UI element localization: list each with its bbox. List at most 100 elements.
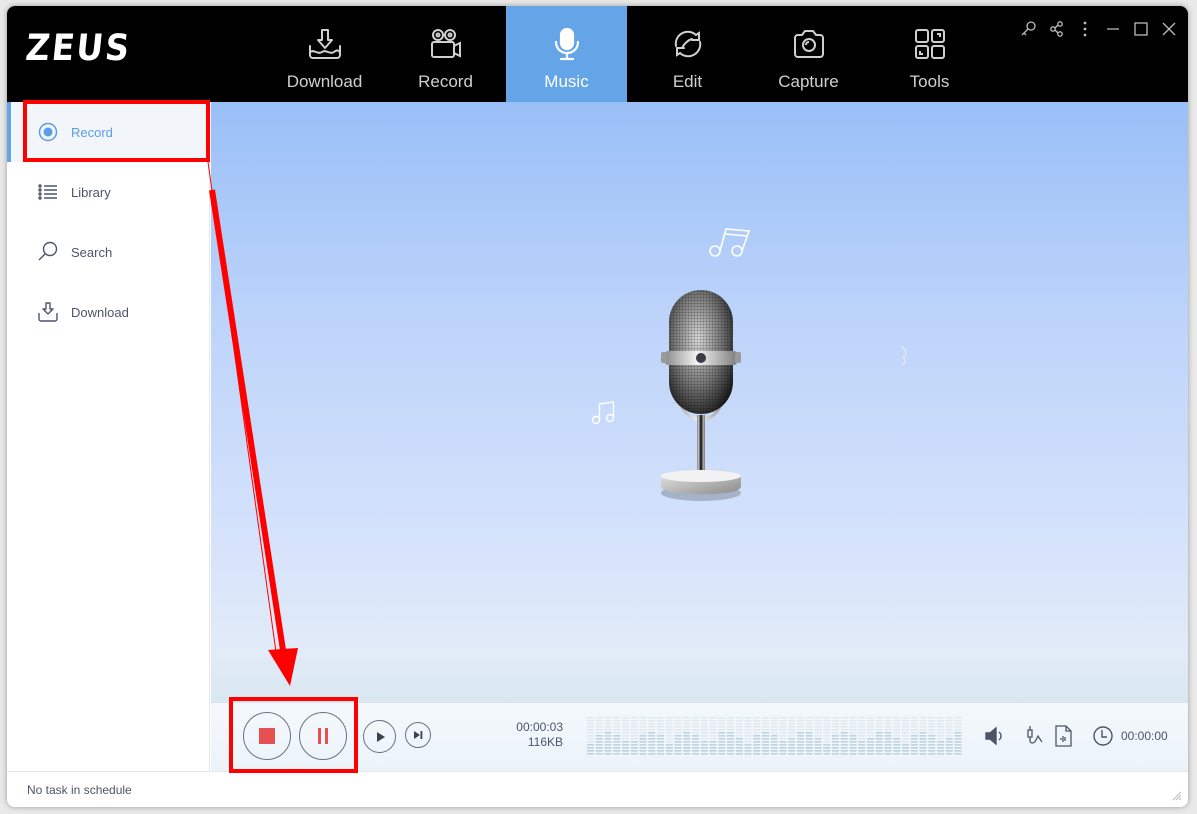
meter-segment xyxy=(709,738,717,740)
meter-segment xyxy=(700,753,708,755)
meter-segment xyxy=(727,732,734,734)
tab-capture[interactable]: Capture xyxy=(748,6,869,102)
meter-segment xyxy=(674,723,682,725)
resize-grip-icon[interactable] xyxy=(1170,789,1182,801)
meter-segment xyxy=(587,735,594,737)
meter-segment xyxy=(744,723,752,725)
tab-label: Music xyxy=(544,72,589,91)
meter-segment xyxy=(919,753,927,755)
meter-segment xyxy=(622,720,629,722)
meter-segment xyxy=(683,735,691,737)
meter-segment xyxy=(692,750,699,752)
speaker-button[interactable] xyxy=(983,724,1007,748)
meter-segment xyxy=(718,753,726,755)
meter-segment xyxy=(613,723,621,725)
meter-segment xyxy=(849,729,857,731)
meter-segment xyxy=(595,741,603,743)
key-icon[interactable] xyxy=(1020,20,1038,38)
meter-segment xyxy=(849,726,857,728)
share-icon[interactable] xyxy=(1048,20,1066,38)
skip-next-icon xyxy=(414,731,423,739)
meter-segment xyxy=(674,726,682,728)
meter-segment xyxy=(893,729,901,731)
minimize-icon[interactable] xyxy=(1104,20,1122,38)
meter-segment xyxy=(937,726,944,728)
meter-segment xyxy=(604,741,612,743)
stop-button[interactable] xyxy=(243,712,291,760)
recording-info: 00:00:03 116KB xyxy=(493,720,563,750)
sidebar-item-library[interactable]: Library xyxy=(7,162,209,222)
meter-segment xyxy=(595,747,603,749)
meter-segment xyxy=(779,738,787,740)
meter-segment xyxy=(613,753,621,755)
play-button[interactable] xyxy=(363,720,396,753)
meter-segment xyxy=(604,750,612,752)
schedule-button[interactable] xyxy=(1091,724,1115,748)
meter-segment xyxy=(595,735,603,737)
meter-segment xyxy=(709,732,717,734)
meter-segment xyxy=(875,750,883,752)
meter-segment xyxy=(587,723,594,725)
tab-tools[interactable]: Tools xyxy=(869,6,990,102)
next-track-button[interactable] xyxy=(405,722,431,748)
meter-segment xyxy=(604,720,612,722)
meter-segment xyxy=(919,723,927,725)
meter-segment xyxy=(902,744,909,746)
meter-segment xyxy=(622,723,629,725)
list-icon xyxy=(38,184,57,200)
audio-file-button[interactable] xyxy=(1051,724,1075,748)
meter-segment xyxy=(788,723,796,725)
meter-segment xyxy=(762,732,769,734)
meter-segment xyxy=(639,735,647,737)
audio-input-button[interactable] xyxy=(1023,724,1047,748)
tab-music[interactable]: Music xyxy=(506,6,627,102)
meter-segment xyxy=(639,717,647,719)
meter-segment xyxy=(919,738,927,740)
meter-segment xyxy=(840,729,848,731)
meter-segment xyxy=(630,747,638,749)
meter-segment xyxy=(639,729,647,731)
meter-segment xyxy=(587,753,594,755)
sidebar-item-record[interactable]: Record xyxy=(7,102,209,162)
meter-segment xyxy=(875,732,883,734)
meter-segment xyxy=(945,747,953,749)
meter-segment xyxy=(928,717,936,719)
meter-segment xyxy=(814,732,822,734)
meter-segment xyxy=(762,744,769,746)
meter-segment xyxy=(595,744,603,746)
meter-segment xyxy=(893,744,901,746)
sidebar-item-download[interactable]: Download xyxy=(7,282,209,342)
close-icon[interactable] xyxy=(1160,20,1178,38)
meter-segment xyxy=(595,723,603,725)
pause-button[interactable] xyxy=(299,712,347,760)
meter-segment xyxy=(700,729,708,731)
meter-segment xyxy=(805,741,813,743)
meter-segment xyxy=(954,753,962,755)
meter-segment xyxy=(928,735,936,737)
radio-record-icon xyxy=(38,122,58,142)
meter-segment xyxy=(674,735,682,737)
meter-segment xyxy=(893,723,901,725)
meter-segment xyxy=(867,720,874,722)
maximize-icon[interactable] xyxy=(1132,20,1150,38)
meter-segment xyxy=(937,750,944,752)
player-bar: 00:00:03 116KB 00:00:00 xyxy=(211,702,1188,771)
meter-segment xyxy=(875,747,883,749)
meter-segment xyxy=(910,753,918,755)
stop-icon xyxy=(259,728,275,744)
meter-segment xyxy=(867,732,874,734)
meter-segment xyxy=(954,744,962,746)
meter-segment xyxy=(788,741,796,743)
tab-download[interactable]: Download xyxy=(264,6,385,102)
app-window: ZEUS Download Record Music Edit Capture … xyxy=(7,6,1188,807)
tab-edit[interactable]: Edit xyxy=(627,6,748,102)
clock-icon xyxy=(1093,726,1113,746)
more-icon[interactable] xyxy=(1076,20,1094,38)
meter-segment xyxy=(613,732,621,734)
sidebar-item-search[interactable]: Search xyxy=(7,222,209,282)
meter-segment xyxy=(779,735,787,737)
meter-segment xyxy=(893,735,901,737)
meter-segment xyxy=(875,744,883,746)
download-tray-icon xyxy=(308,29,341,59)
tab-record[interactable]: Record xyxy=(385,6,506,102)
